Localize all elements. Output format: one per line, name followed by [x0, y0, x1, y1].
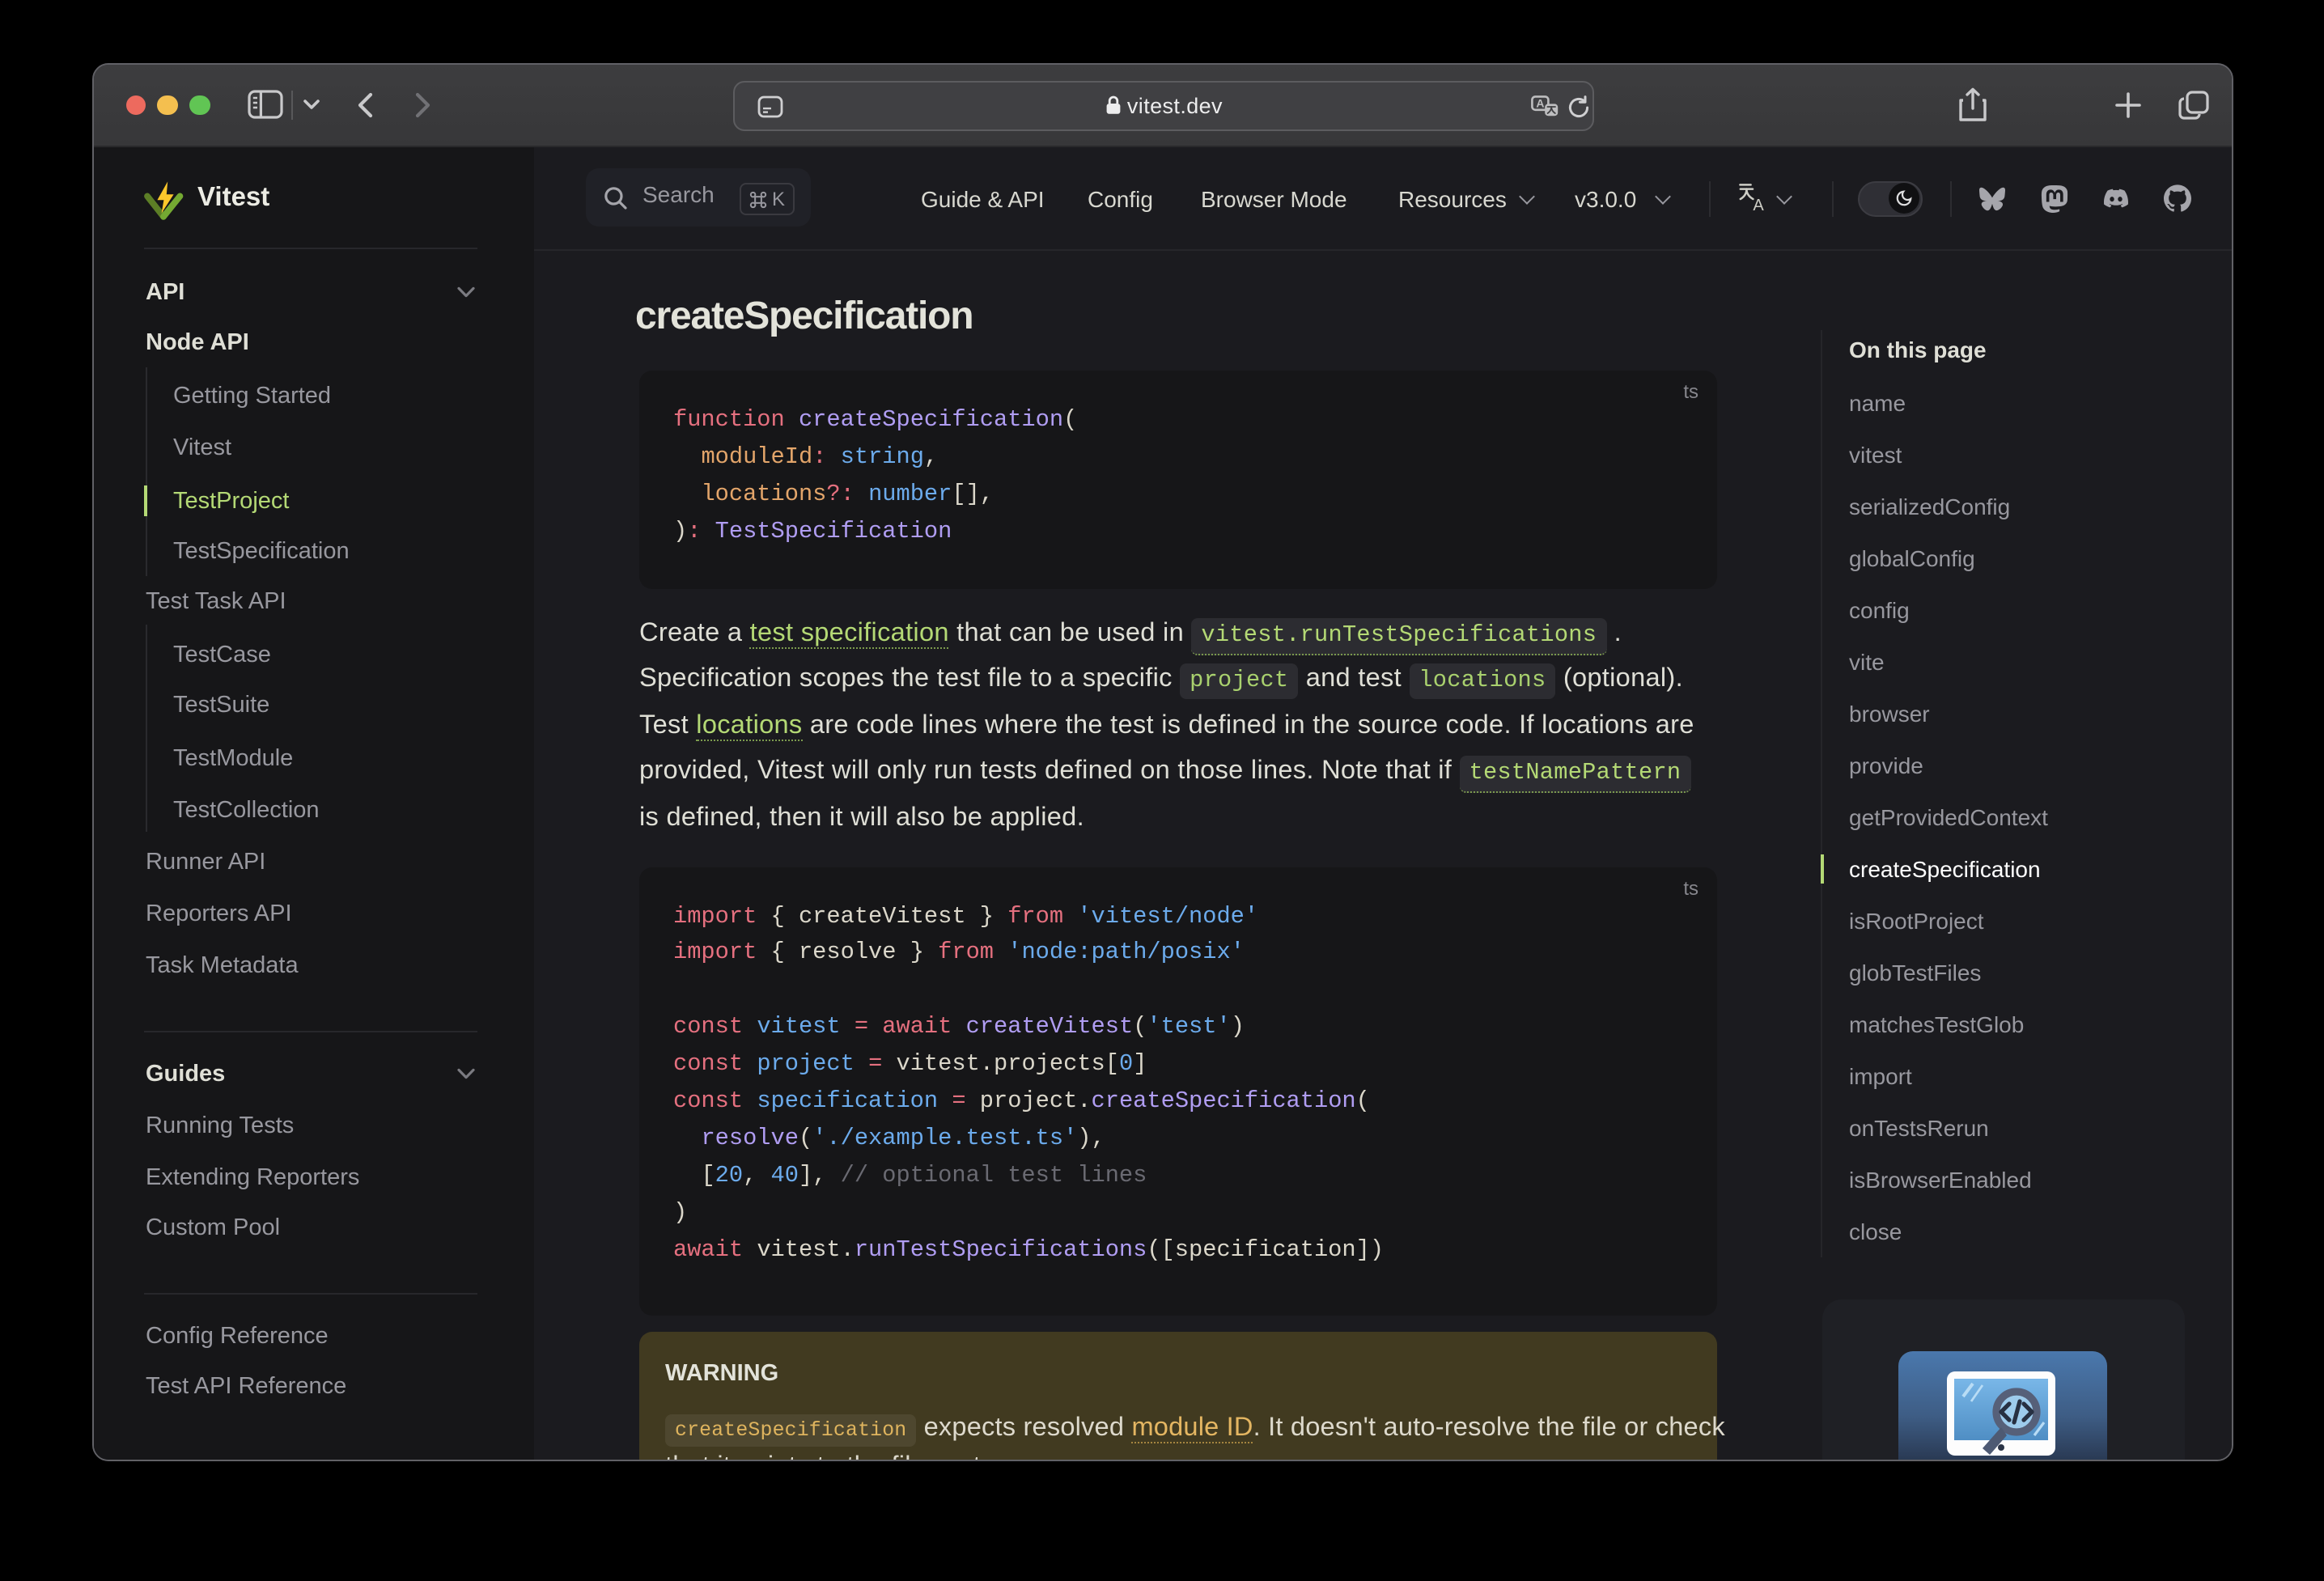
svg-text:A: A — [1753, 196, 1764, 213]
svg-text:A: A — [1536, 96, 1544, 109]
